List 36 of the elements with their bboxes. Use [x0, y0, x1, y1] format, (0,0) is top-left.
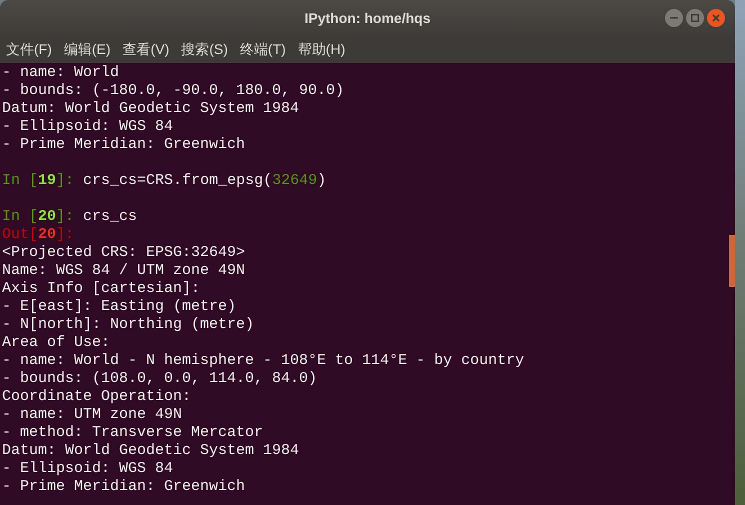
terminal-line: In [19]: crs_cs=CRS.from_epsg(32649)	[2, 172, 326, 190]
terminal-line: - N[north]: Northing (metre)	[2, 316, 254, 334]
window-title: IPython: home/hqs	[304, 8, 430, 28]
menu-item[interactable]: 编辑(E)	[64, 39, 111, 60]
close-button[interactable]	[707, 9, 725, 27]
terminal-line: In [20]: crs_cs	[2, 208, 138, 226]
terminal-line: - bounds: (-180.0, -90.0, 180.0, 90.0)	[2, 82, 344, 100]
close-icon	[712, 14, 720, 22]
maximize-button[interactable]	[686, 9, 704, 27]
terminal-line: Datum: World Geodetic System 1984	[2, 100, 300, 118]
terminal-line: <Projected CRS: EPSG:32649>	[2, 244, 246, 262]
terminal-line: Datum: World Geodetic System 1984	[2, 442, 300, 460]
menu-item[interactable]: 查看(V)	[122, 39, 170, 60]
menu-item[interactable]: 搜索(S)	[181, 39, 228, 60]
menu-item[interactable]: 帮助(H)	[298, 39, 346, 60]
terminal-line: - method: Transverse Mercator	[2, 424, 264, 442]
terminal-line: Coordinate Operation:	[2, 388, 192, 406]
terminal-line: - Prime Meridian: Greenwich	[2, 478, 246, 496]
menu-item[interactable]: 文件(F)	[6, 39, 52, 60]
terminal-line: - Ellipsoid: WGS 84	[2, 118, 174, 136]
scrollbar-thumb[interactable]	[729, 235, 735, 287]
minimize-button[interactable]	[665, 9, 683, 27]
terminal-line: - name: World - N hemisphere - 108°E to 114°E - by country	[2, 352, 524, 370]
terminal-line: - name: UTM zone 49N	[2, 406, 182, 424]
terminal-line: - Prime Meridian: Greenwich	[2, 136, 246, 154]
maximize-icon	[691, 14, 699, 22]
terminal-line: Name: WGS 84 / UTM zone 49N	[2, 262, 246, 280]
terminal-line: Out[20]:	[2, 226, 74, 244]
terminal-line: - name: World	[2, 64, 120, 82]
menu-item[interactable]: 终端(T)	[240, 39, 286, 60]
terminal-line: - Ellipsoid: WGS 84	[2, 460, 174, 478]
terminal-line: - E[east]: Easting (metre)	[2, 298, 236, 316]
minimize-icon	[670, 17, 678, 19]
terminal-line: Area of Use:	[2, 334, 110, 352]
terminal-line: - bounds: (108.0, 0.0, 114.0, 84.0)	[2, 370, 318, 388]
terminal-line: Axis Info [cartesian]:	[2, 280, 200, 298]
